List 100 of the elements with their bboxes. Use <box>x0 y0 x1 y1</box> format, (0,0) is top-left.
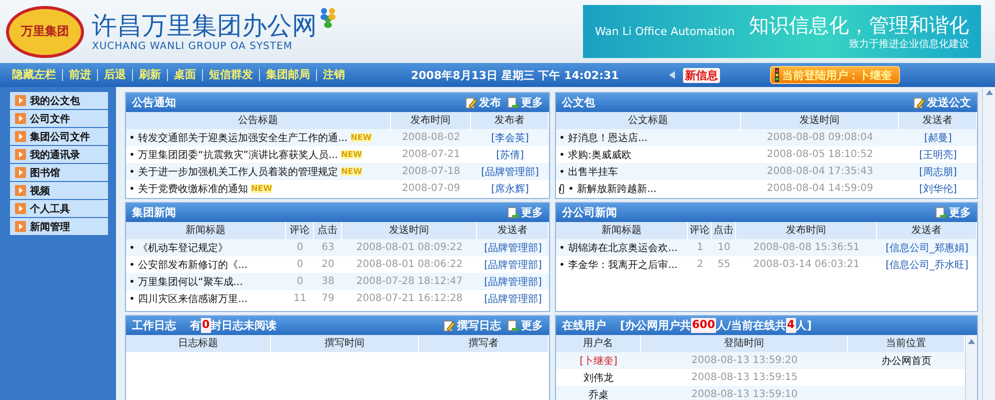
nav-link[interactable]: 刷新 <box>132 69 167 81</box>
table-cell: 2 <box>696 259 704 270</box>
sidebar-item[interactable]: 个人工具 <box>10 200 108 217</box>
table-cell: 0 <box>296 259 304 270</box>
item-title[interactable]: • 四川灾区来信感谢万里... <box>129 292 248 306</box>
table-cell: 0 <box>296 276 304 287</box>
note-text: 有 <box>190 318 201 333</box>
panel-action-link[interactable]: 更多 <box>935 205 971 220</box>
table-cell: 2008-03-14 06:03:21 <box>753 259 860 270</box>
item-title[interactable]: • 公安部发布新修订的《... <box>129 258 248 272</box>
sidebar-item[interactable]: 集团公司文件 <box>10 128 108 145</box>
item-title[interactable]: • 关于党费收缴标准的通知 <box>129 182 248 196</box>
sender-link[interactable]: [席永辉] <box>491 182 529 196</box>
table-cell: 2008-08-13 13:59:20 <box>691 355 798 366</box>
play-icon <box>15 221 26 232</box>
count-text: 0 <box>201 318 211 333</box>
item-title[interactable]: • 求购:奥威威欧 <box>559 148 632 162</box>
play-icon <box>15 185 26 196</box>
play-icon <box>15 95 26 106</box>
table-cell: 1 <box>696 242 704 253</box>
nav-link[interactable]: 短信群发 <box>202 69 259 81</box>
table-cell: 2008-08-08 15:36:51 <box>753 242 860 253</box>
item-title[interactable]: • 转发交通部关于迎奥运加强安全生产工作的通... <box>129 130 348 144</box>
new-badge: NEW <box>341 167 362 176</box>
item-title[interactable]: • 出售半挂车 <box>559 164 618 178</box>
item-title[interactable]: • 李金华：我离开之后审... <box>559 258 678 272</box>
new-badge: NEW <box>350 133 372 142</box>
table-cell: 2008-08-04 14:59:09 <box>766 183 874 194</box>
scroll-up-icon[interactable] <box>986 90 992 95</box>
sidebar-item[interactable]: 视频 <box>10 182 108 199</box>
table-cell: 2008-07-28 18:12:47 <box>356 276 463 287</box>
count-text: 600 <box>691 318 716 333</box>
sender-link[interactable]: [品牌管理部] <box>484 292 542 306</box>
sender-link[interactable]: [品牌管理部] <box>484 240 542 254</box>
note-text: [办公网用户共 <box>620 318 692 333</box>
table-cell: 79 <box>322 293 334 304</box>
sender-link[interactable]: [品牌管理部] <box>484 258 542 272</box>
people-icon <box>319 6 337 28</box>
nav-link[interactable]: 隐藏左栏 <box>6 69 62 81</box>
new-badge: NEW <box>340 150 362 159</box>
table-cell: 63 <box>322 242 334 253</box>
panel-action-link[interactable]: 发送公文 <box>913 95 971 110</box>
nav-link[interactable]: 后退 <box>97 69 132 81</box>
scroll-up-icon[interactable] <box>968 339 975 344</box>
scrollbar[interactable] <box>982 87 995 400</box>
new-message-link[interactable]: 新信息 <box>682 68 720 82</box>
table-cell: 10 <box>718 242 730 253</box>
nav-link[interactable]: 集团邮局 <box>259 69 316 81</box>
panel-action-link[interactable]: 发布 <box>465 95 501 110</box>
table-cell: 11 <box>294 293 306 304</box>
table-cell: 2008-07-18 <box>402 166 460 177</box>
sender-link[interactable]: [周志朋] <box>919 164 957 178</box>
play-icon <box>15 167 26 178</box>
item-title[interactable]: • 关于进一步加强机关工作人员着装的管理规定 <box>129 164 338 178</box>
item-title[interactable]: • 万里集团团委“抗震救灾”演讲比赛获奖人员... <box>129 148 338 162</box>
panel-action-link[interactable]: 更多 <box>507 95 543 110</box>
item-title[interactable]: • 新解放新跨越新... <box>568 182 657 196</box>
item-title[interactable]: • 胡锦涛在北京奥运会欢... <box>559 240 678 254</box>
panel-title: 公文包 <box>562 95 595 110</box>
table-cell: 2008-07-21 16:12:28 <box>356 293 463 304</box>
new-badge: NEW <box>251 184 272 193</box>
sidebar-item[interactable]: 我的通讯录 <box>10 146 108 163</box>
panel-title: 公告通知 <box>132 95 176 110</box>
sidebar-item[interactable]: 图书馆 <box>10 164 108 181</box>
table-cell: 2008-08-01 08:06:22 <box>356 259 463 270</box>
item-title[interactable]: • 好消息！恩达店... <box>559 130 648 144</box>
sidebar-item[interactable]: 公司文件 <box>10 110 108 127</box>
panel-action-link[interactable]: 撰写日志 <box>443 318 501 333</box>
sidebar-item[interactable]: 新闻管理 <box>10 218 108 235</box>
nav-link[interactable]: 前进 <box>62 69 97 81</box>
panel-action-link[interactable]: 更多 <box>507 205 543 220</box>
sender-link[interactable]: [郝曼] <box>924 130 952 144</box>
sender-link[interactable]: [刘华伦] <box>919 182 957 196</box>
nav-link[interactable]: 桌面 <box>167 69 202 81</box>
site-title: 许昌万里集团办公网 <box>92 11 317 41</box>
sender-link[interactable]: [信息公司_郑惠娟] <box>886 240 968 254</box>
sender-link[interactable]: [王明亮] <box>919 148 957 162</box>
scrollbar[interactable] <box>965 335 977 400</box>
column-header: 撰写时间 <box>271 335 419 353</box>
nav-link[interactable]: 注销 <box>316 69 351 81</box>
sender-link[interactable]: [品牌管理部] <box>481 164 539 178</box>
table-cell: 2008-08-13 13:59:15 <box>691 372 798 383</box>
item-title[interactable]: • 万里集团何以“聚车成... <box>129 274 243 288</box>
sender-link[interactable]: [信息公司_乔水旺] <box>886 258 968 272</box>
sender-link[interactable]: [苏倩] <box>496 148 524 162</box>
note-text: 人/当前在线共 <box>716 318 786 333</box>
pencil-document-icon <box>443 320 455 332</box>
panel-title: 在线用户 <box>562 318 606 333</box>
play-icon <box>15 203 26 214</box>
play-icon <box>15 149 26 160</box>
sender-link[interactable]: [李会英] <box>491 130 529 144</box>
sender-link[interactable]: [品牌管理部] <box>484 274 542 288</box>
panel-action-link[interactable]: 更多 <box>507 318 543 333</box>
item-title[interactable]: • 《机动车登记规定》 <box>129 240 228 254</box>
banner-tagline: Wan Li Office Automation <box>595 25 735 38</box>
date-time: 2008年8月13日 星期三 下午 14:02:31 <box>411 68 619 82</box>
sidebar-item[interactable]: 我的公文包 <box>10 92 108 109</box>
table-cell: 20 <box>322 259 334 270</box>
banner-subslogan: 致力于推进企业信息化建设 <box>849 38 969 50</box>
table-cell-text: [卜继奎] <box>580 354 618 368</box>
